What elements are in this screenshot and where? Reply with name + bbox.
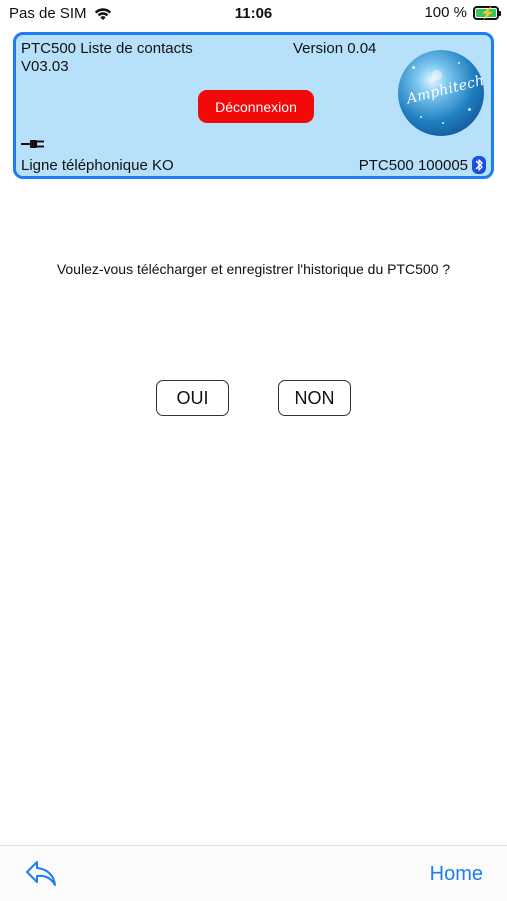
firmware-version: V03.03 [21,58,69,75]
battery-charging-icon: ⚡ [473,5,501,20]
home-button[interactable]: Home [430,863,483,886]
yes-button[interactable]: OUI [156,380,229,416]
no-button[interactable]: NON [278,380,351,416]
app-title: PTC500 Liste de contacts [21,40,193,57]
device-info-panel: PTC500 Liste de contacts Version 0.04 V0… [13,32,494,179]
logo-text: Amphitech [405,72,484,108]
battery-percentage: 100 % [424,4,467,21]
download-history-question: Voulez-vous télécharger et enregistrer l… [56,261,451,277]
bottom-toolbar: Home [0,845,507,901]
back-arrow-icon[interactable] [24,858,58,888]
disconnect-button[interactable]: Déconnexion [198,90,314,123]
device-identifier: PTC500 100005 [358,157,468,174]
battery-status: 100 % ⚡ [424,4,501,21]
bluetooth-icon [472,156,486,174]
status-bar: Pas de SIM 11:06 100 % ⚡ [0,0,507,28]
plug-icon [21,137,47,151]
phone-line-status: Ligne téléphonique KO [21,157,174,174]
amphitech-logo: Amphitech [398,50,484,136]
app-version: Version 0.04 [293,40,377,57]
